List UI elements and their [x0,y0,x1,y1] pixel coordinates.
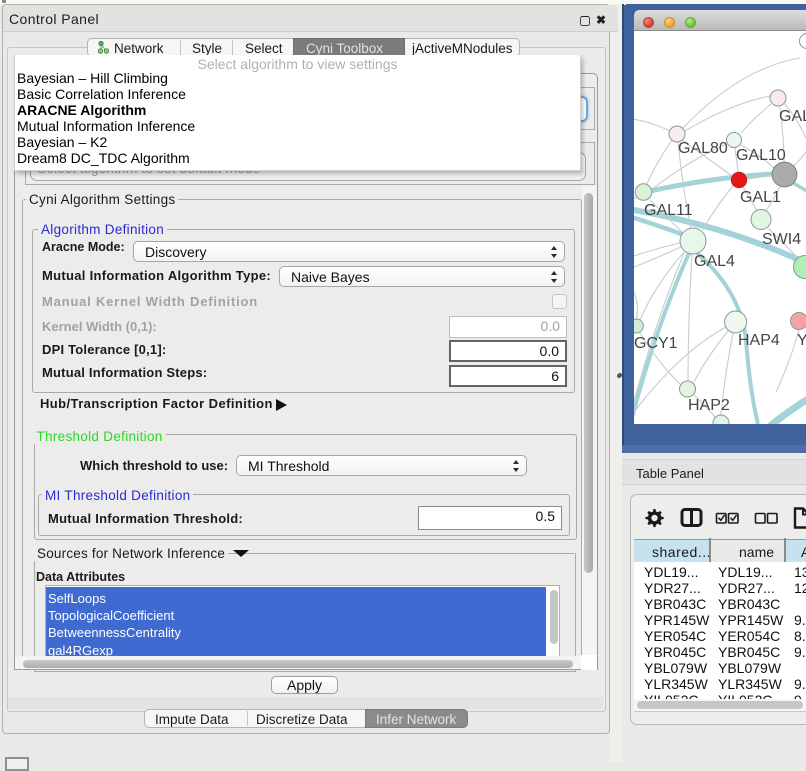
svg-text:GAL80: GAL80 [678,140,728,157]
svg-text:GAL7: GAL7 [779,108,806,125]
svg-text:SWI4: SWI4 [762,231,801,248]
svg-text:HAP4: HAP4 [738,332,780,349]
svg-text:GAL4: GAL4 [694,253,735,270]
svg-text:GCY1: GCY1 [634,335,678,352]
svg-text:GAL1: GAL1 [740,189,781,206]
svg-text:Y: Y [797,332,806,349]
svg-text:GAL11: GAL11 [644,202,693,219]
svg-text:HAP2: HAP2 [688,397,730,414]
svg-text:GAL10: GAL10 [736,147,786,164]
